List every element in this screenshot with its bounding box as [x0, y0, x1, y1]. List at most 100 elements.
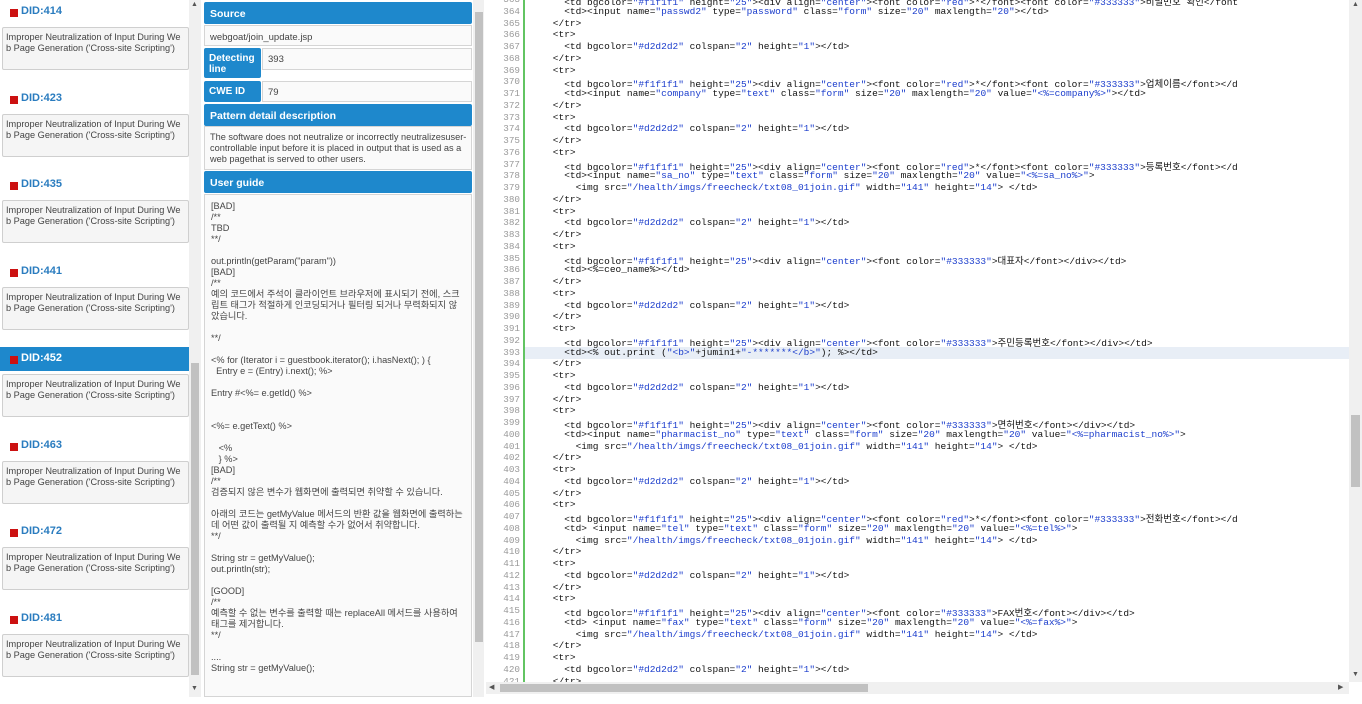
- issue-description[interactable]: Improper Neutralization of Input During …: [2, 287, 189, 331]
- code-line[interactable]: </tr>: [530, 276, 1350, 287]
- code-line[interactable]: <td bgcolor="#d2d2d2" colspan="2" height…: [530, 41, 1350, 52]
- issue-list-scroll-thumb[interactable]: [191, 363, 199, 675]
- code-line[interactable]: <td bgcolor="#d2d2d2" colspan="2" height…: [530, 476, 1350, 487]
- code-line[interactable]: <tr>: [530, 241, 1350, 252]
- code-lines[interactable]: <td bgcolor="#f1f1f1" height="25"><div a…: [530, 0, 1350, 687]
- issue-list-item[interactable]: DID:435 Improper Neutralization of Input …: [0, 173, 189, 259]
- code-line[interactable]: <tr>: [530, 323, 1350, 334]
- code-line[interactable]: <tr>: [530, 147, 1350, 158]
- code-line[interactable]: </tr>: [530, 582, 1350, 593]
- code-line[interactable]: <tr>: [530, 405, 1350, 416]
- code-line[interactable]: <tr>: [530, 65, 1350, 76]
- code-line[interactable]: <td bgcolor="#d2d2d2" colspan="2" height…: [530, 217, 1350, 228]
- editor-horizontal-scrollbar[interactable]: ◀ ▶: [486, 682, 1349, 694]
- code-line[interactable]: </tr>: [530, 229, 1350, 240]
- code-line[interactable]: <td><input name="passwd2" type="password…: [530, 6, 1350, 17]
- issue-header[interactable]: DID:414: [0, 0, 189, 24]
- user-guide-box[interactable]: [BAD] /** TBD **/ out.println(getParam("…: [204, 194, 472, 697]
- line-number: 396: [503, 381, 520, 393]
- code-line[interactable]: </tr>: [530, 394, 1350, 405]
- editor-vertical-scroll-thumb[interactable]: [1351, 415, 1360, 487]
- issue-description[interactable]: Improper Neutralization of Input During …: [2, 113, 189, 157]
- issue-list-item[interactable]: DID:423 Improper Neutralization of Input …: [0, 87, 189, 173]
- code-line[interactable]: <td> <input name="tel" type="text" class…: [530, 523, 1350, 534]
- code-line[interactable]: <td><% out.print ("<b>"+jumin1+"-*******…: [530, 347, 1350, 358]
- issue-description[interactable]: Improper Neutralization of Input During …: [2, 373, 189, 417]
- issue-list-item[interactable]: DID:452 Improper Neutralization of Input …: [0, 346, 189, 433]
- code-editor[interactable]: 3633643653663673683693703713723733743753…: [486, 0, 1362, 697]
- code-line[interactable]: </tr>: [530, 135, 1350, 146]
- code-line[interactable]: <td bgcolor="#d2d2d2" colspan="2" height…: [530, 570, 1350, 581]
- issue-list-item[interactable]: DID:441 Improper Neutralization of Input …: [0, 260, 189, 346]
- issue-id[interactable]: DID:463: [21, 439, 62, 451]
- code-line[interactable]: </tr>: [530, 488, 1350, 499]
- issue-header[interactable]: DID:452: [0, 346, 189, 371]
- code-line[interactable]: <td bgcolor="#d2d2d2" colspan="2" height…: [530, 123, 1350, 134]
- code-line[interactable]: <td bgcolor="#d2d2d2" colspan="2" height…: [530, 382, 1350, 393]
- editor-horizontal-scroll-thumb[interactable]: [500, 684, 868, 692]
- issue-list-item[interactable]: DID:414 Improper Neutralization of Input …: [0, 0, 189, 86]
- scroll-down-icon[interactable]: ▼: [1352, 671, 1359, 678]
- code-line[interactable]: <tr>: [530, 288, 1350, 299]
- detail-scroll-thumb[interactable]: [475, 12, 483, 642]
- issue-header[interactable]: DID:472: [0, 520, 189, 544]
- code-line[interactable]: </tr>: [530, 311, 1350, 322]
- code-line[interactable]: <td> <input name="fax" type="text" class…: [530, 617, 1350, 628]
- issue-header[interactable]: DID:435: [0, 173, 189, 197]
- code-line[interactable]: </tr>: [530, 18, 1350, 29]
- issue-id[interactable]: DID:452: [21, 352, 62, 364]
- code-line[interactable]: <img src="/health/imgs/freecheck/txt08_0…: [530, 535, 1350, 546]
- code-line[interactable]: <td><input name="sa_no" type="text" clas…: [530, 170, 1350, 181]
- code-line[interactable]: <td bgcolor="#d2d2d2" colspan="2" height…: [530, 664, 1350, 675]
- issue-header[interactable]: DID:423: [0, 87, 189, 111]
- issue-header[interactable]: DID:441: [0, 260, 189, 284]
- issue-description[interactable]: Improper Neutralization of Input During …: [2, 460, 189, 504]
- code-line[interactable]: <tr>: [530, 29, 1350, 40]
- detail-scrollbar[interactable]: [473, 0, 484, 697]
- issue-header[interactable]: DID:463: [0, 434, 189, 458]
- code-line[interactable]: <td bgcolor="#d2d2d2" colspan="2" height…: [530, 300, 1350, 311]
- scroll-right-icon[interactable]: ▶: [1338, 683, 1343, 691]
- code-line[interactable]: <tr>: [530, 558, 1350, 569]
- code-line[interactable]: <tr>: [530, 464, 1350, 475]
- scroll-left-icon[interactable]: ◀: [489, 683, 494, 691]
- code-line[interactable]: <td><%=ceo_name%></td>: [530, 264, 1350, 275]
- code-line[interactable]: <img src="/health/imgs/freecheck/txt08_0…: [530, 441, 1350, 452]
- code-line[interactable]: </tr>: [530, 53, 1350, 64]
- code-line[interactable]: <tr>: [530, 593, 1350, 604]
- code-line[interactable]: </tr>: [530, 194, 1350, 205]
- code-line[interactable]: <td><input name="company" type="text" cl…: [530, 88, 1350, 99]
- issue-description[interactable]: Improper Neutralization of Input During …: [2, 27, 189, 70]
- issue-list-item[interactable]: DID:463 Improper Neutralization of Input …: [0, 434, 189, 520]
- issue-description[interactable]: Improper Neutralization of Input During …: [2, 200, 189, 244]
- issue-id[interactable]: DID:441: [21, 265, 62, 277]
- scroll-down-icon[interactable]: ▼: [191, 685, 198, 692]
- code-line[interactable]: <tr>: [530, 206, 1350, 217]
- code-line[interactable]: <tr>: [530, 112, 1350, 123]
- issue-id[interactable]: DID:423: [21, 92, 62, 104]
- code-line[interactable]: </tr>: [530, 640, 1350, 651]
- issue-id[interactable]: DID:472: [21, 525, 62, 537]
- code-line[interactable]: </tr>: [530, 358, 1350, 369]
- issue-id[interactable]: DID:481: [21, 612, 62, 624]
- issue-list-item[interactable]: DID:481 Improper Neutralization of Input …: [0, 607, 189, 693]
- code-line[interactable]: <tr>: [530, 499, 1350, 510]
- issue-description[interactable]: Improper Neutralization of Input During …: [2, 633, 189, 677]
- issue-list-scrollbar[interactable]: ▲ ▼: [189, 0, 201, 697]
- issue-id[interactable]: DID:435: [21, 178, 62, 190]
- code-line[interactable]: <tr>: [530, 652, 1350, 663]
- code-line[interactable]: </tr>: [530, 546, 1350, 557]
- code-line[interactable]: </tr>: [530, 100, 1350, 111]
- issue-id[interactable]: DID:414: [21, 5, 62, 17]
- code-line[interactable]: </tr>: [530, 452, 1350, 463]
- editor-vertical-scrollbar[interactable]: ▲ ▼: [1349, 0, 1362, 682]
- issue-list-item[interactable]: DID:472 Improper Neutralization of Input …: [0, 520, 189, 606]
- issue-header[interactable]: DID:481: [0, 607, 189, 631]
- code-line[interactable]: <tr>: [530, 370, 1350, 381]
- code-line[interactable]: <img src="/health/imgs/freecheck/txt08_0…: [530, 182, 1350, 193]
- code-line[interactable]: <img src="/health/imgs/freecheck/txt08_0…: [530, 629, 1350, 640]
- scroll-up-icon[interactable]: ▲: [1352, 1, 1359, 8]
- issue-description[interactable]: Improper Neutralization of Input During …: [2, 547, 189, 591]
- code-line[interactable]: <td><input name="pharmacist_no" type="te…: [530, 429, 1350, 440]
- scroll-up-icon[interactable]: ▲: [191, 1, 198, 8]
